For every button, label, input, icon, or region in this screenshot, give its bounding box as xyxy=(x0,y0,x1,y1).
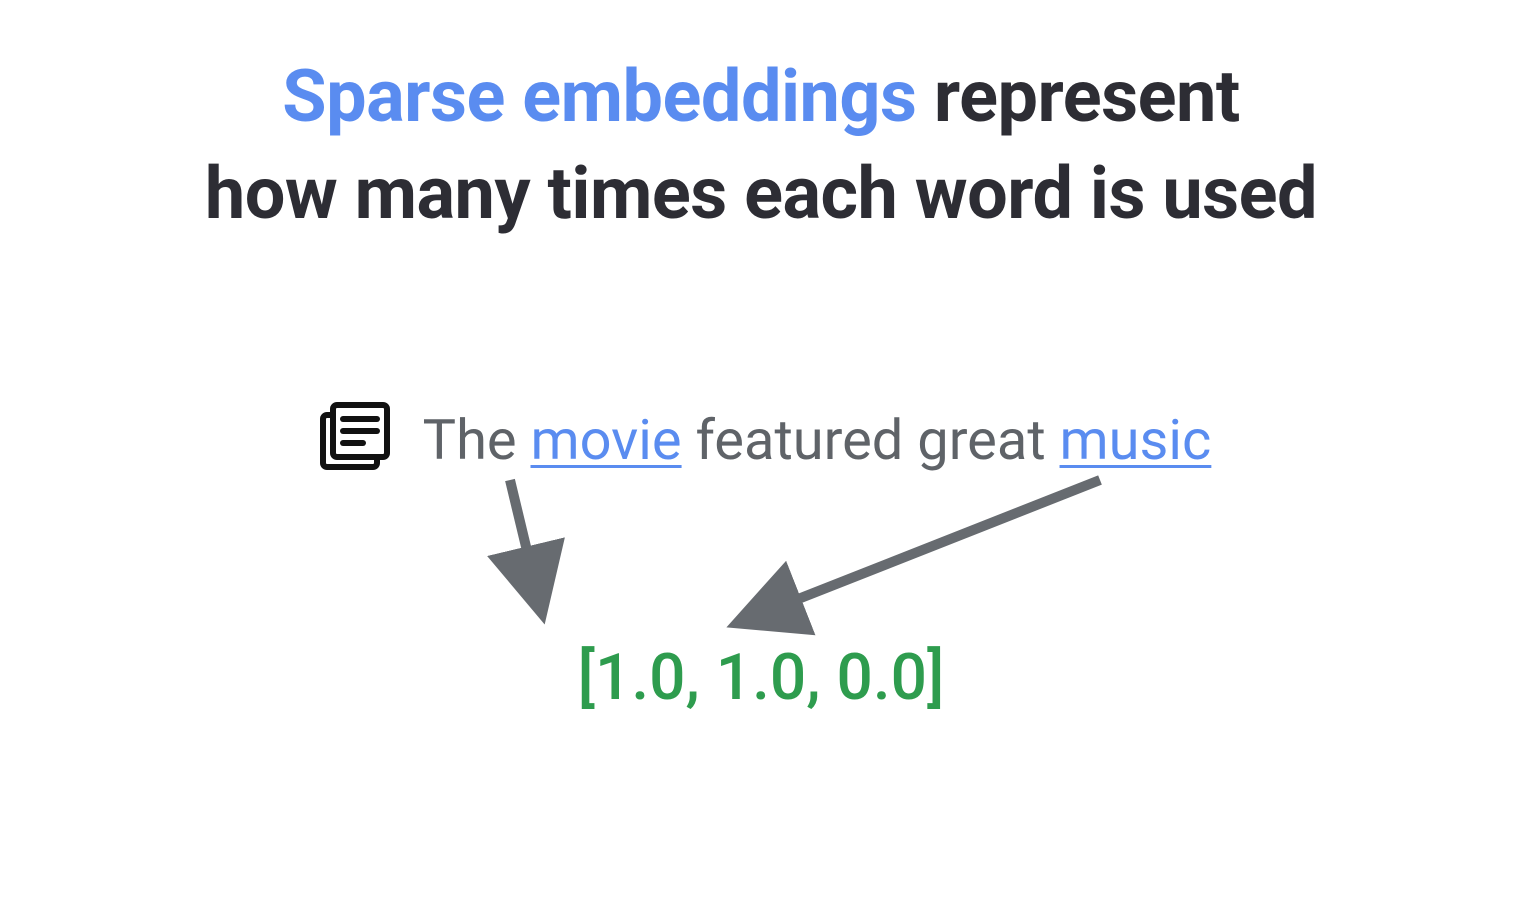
sentence-keyword-music: music xyxy=(1060,407,1212,473)
example-sentence: The movie featured great music xyxy=(0,395,1522,491)
sentence-word-the: The xyxy=(423,407,531,473)
headline-line-1: Sparse embeddings represent xyxy=(0,48,1522,145)
headline-line-2: how many times each word is used xyxy=(0,145,1522,242)
headline: Sparse embeddings represent how many tim… xyxy=(0,48,1522,242)
diagram-stage: Sparse embeddings represent how many tim… xyxy=(0,0,1522,902)
sentence-word-featured-great: featured great xyxy=(682,407,1060,473)
arrow-music-to-vector xyxy=(745,480,1100,620)
arrow-movie-to-vector xyxy=(510,480,540,605)
document-stack-icon xyxy=(311,395,393,491)
headline-emphasis: Sparse embeddings xyxy=(282,54,916,139)
sentence-keyword-movie: movie xyxy=(531,407,682,473)
headline-rest-1: represent xyxy=(917,54,1240,139)
embedding-vector: [1.0, 1.0, 0.0] xyxy=(0,640,1522,715)
